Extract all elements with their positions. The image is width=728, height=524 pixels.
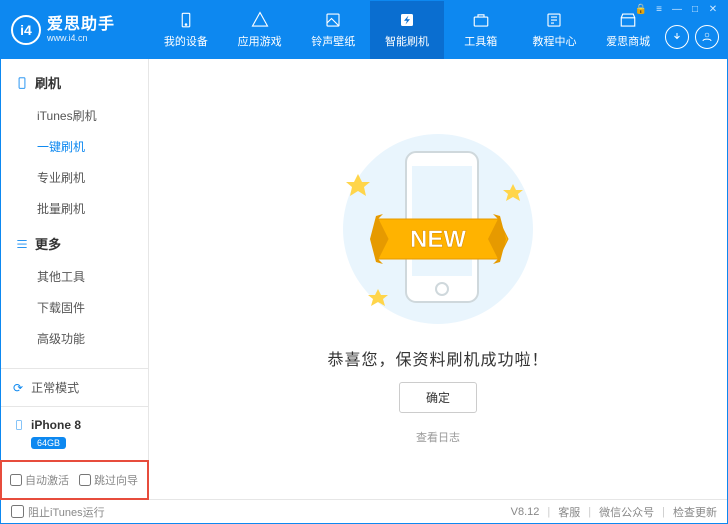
nav-apps[interactable]: 应用游戏	[223, 1, 297, 59]
checkbox-label: 阻止iTunes运行	[28, 504, 105, 520]
check-update-link[interactable]: 检查更新	[673, 504, 717, 520]
footer-bar: 阻止iTunes运行 V8.12 | 客服 | 微信公众号 | 检查更新	[1, 499, 727, 523]
wechat-link[interactable]: 微信公众号	[599, 504, 654, 520]
version-label: V8.12	[511, 506, 540, 518]
brand-title: 爱思助手	[47, 16, 115, 34]
sidebar-item-oneclick-flash[interactable]: 一键刷机	[1, 131, 148, 162]
brand-block: i4 爱思助手 www.i4.cn	[1, 1, 149, 59]
nav-store[interactable]: 爱思商城	[591, 1, 665, 59]
device-name: iPhone 8	[31, 418, 81, 432]
user-account-icon[interactable]	[695, 25, 719, 49]
phone-icon	[15, 76, 29, 90]
toolbox-icon	[472, 11, 490, 29]
sidebar-group-more: 更多	[1, 230, 148, 261]
sidebar-item-itunes-flash[interactable]: iTunes刷机	[1, 100, 148, 131]
store-icon	[619, 11, 637, 29]
maximize-icon[interactable]: □	[688, 4, 702, 15]
ok-button[interactable]: 确定	[399, 382, 477, 413]
sidebar-group-flash: 刷机	[1, 69, 148, 100]
nav-my-device[interactable]: 我的设备	[149, 1, 223, 59]
sidebar: 刷机 iTunes刷机 一键刷机 专业刷机 批量刷机 更多 其他工具 下载固件 …	[1, 59, 149, 499]
flash-options-row: 自动激活 跳过向导	[0, 460, 149, 500]
checkbox-label: 跳过向导	[94, 472, 138, 488]
book-icon	[545, 11, 563, 29]
nav-toolbox[interactable]: 工具箱	[444, 1, 518, 59]
mode-label: 正常模式	[31, 379, 79, 396]
success-message: 恭喜您，保资料刷机成功啦！	[327, 346, 548, 370]
nav-label: 工具箱	[464, 33, 497, 49]
sidebar-item-other-tools[interactable]: 其他工具	[1, 261, 148, 292]
ribbon-text: NEW	[410, 226, 466, 253]
nav-label: 我的设备	[164, 33, 208, 49]
nav-label: 应用游戏	[238, 33, 282, 49]
brand-url: www.i4.cn	[47, 34, 115, 44]
list-icon	[15, 237, 29, 251]
minimize-icon[interactable]: —	[670, 4, 684, 15]
nav-flash[interactable]: 智能刷机	[370, 1, 444, 59]
mode-status[interactable]: ⟳ 正常模式	[1, 368, 148, 406]
nav-tutorials[interactable]: 教程中心	[518, 1, 592, 59]
flash-icon	[398, 11, 416, 29]
support-link[interactable]: 客服	[558, 504, 580, 520]
wallpaper-icon	[324, 11, 342, 29]
content-area: NEW 恭喜您，保资料刷机成功啦！ 确定 查看日志	[149, 59, 727, 499]
nav-ringtones[interactable]: 铃声壁纸	[296, 1, 370, 59]
sidebar-group-title: 更多	[35, 234, 61, 253]
auto-activate-checkbox[interactable]: 自动激活	[10, 472, 69, 488]
refresh-icon: ⟳	[13, 381, 23, 395]
download-manager-icon[interactable]	[665, 25, 689, 49]
apps-icon	[251, 11, 269, 29]
nav-label: 教程中心	[532, 33, 576, 49]
success-illustration-icon: NEW	[328, 124, 548, 334]
nav-label: 智能刷机	[385, 33, 429, 49]
phone-icon	[13, 417, 25, 433]
sidebar-item-download-firmware[interactable]: 下载固件	[1, 292, 148, 323]
block-itunes-checkbox[interactable]: 阻止iTunes运行	[11, 504, 105, 520]
sidebar-item-advanced[interactable]: 高级功能	[1, 323, 148, 354]
header-bar: i4 爱思助手 www.i4.cn 我的设备 应用游戏 铃声壁纸 智能刷机 工具…	[1, 1, 727, 59]
capacity-badge: 64GB	[31, 437, 66, 449]
nav-label: 铃声壁纸	[311, 33, 355, 49]
view-log-link[interactable]: 查看日志	[416, 429, 460, 445]
checkbox-label: 自动激活	[25, 472, 69, 488]
top-nav: 我的设备 应用游戏 铃声壁纸 智能刷机 工具箱 教程中心 爱思商城	[149, 1, 665, 59]
sidebar-item-batch-flash[interactable]: 批量刷机	[1, 193, 148, 224]
close-icon[interactable]: ✕	[706, 4, 720, 15]
nav-label: 爱思商城	[606, 33, 650, 49]
sidebar-group-title: 刷机	[35, 73, 61, 92]
brand-badge-icon: i4	[11, 15, 41, 45]
device-icon	[177, 11, 195, 29]
device-panel[interactable]: iPhone 8 64GB	[1, 406, 148, 461]
sidebar-item-pro-flash[interactable]: 专业刷机	[1, 162, 148, 193]
skip-guide-checkbox[interactable]: 跳过向导	[79, 472, 138, 488]
